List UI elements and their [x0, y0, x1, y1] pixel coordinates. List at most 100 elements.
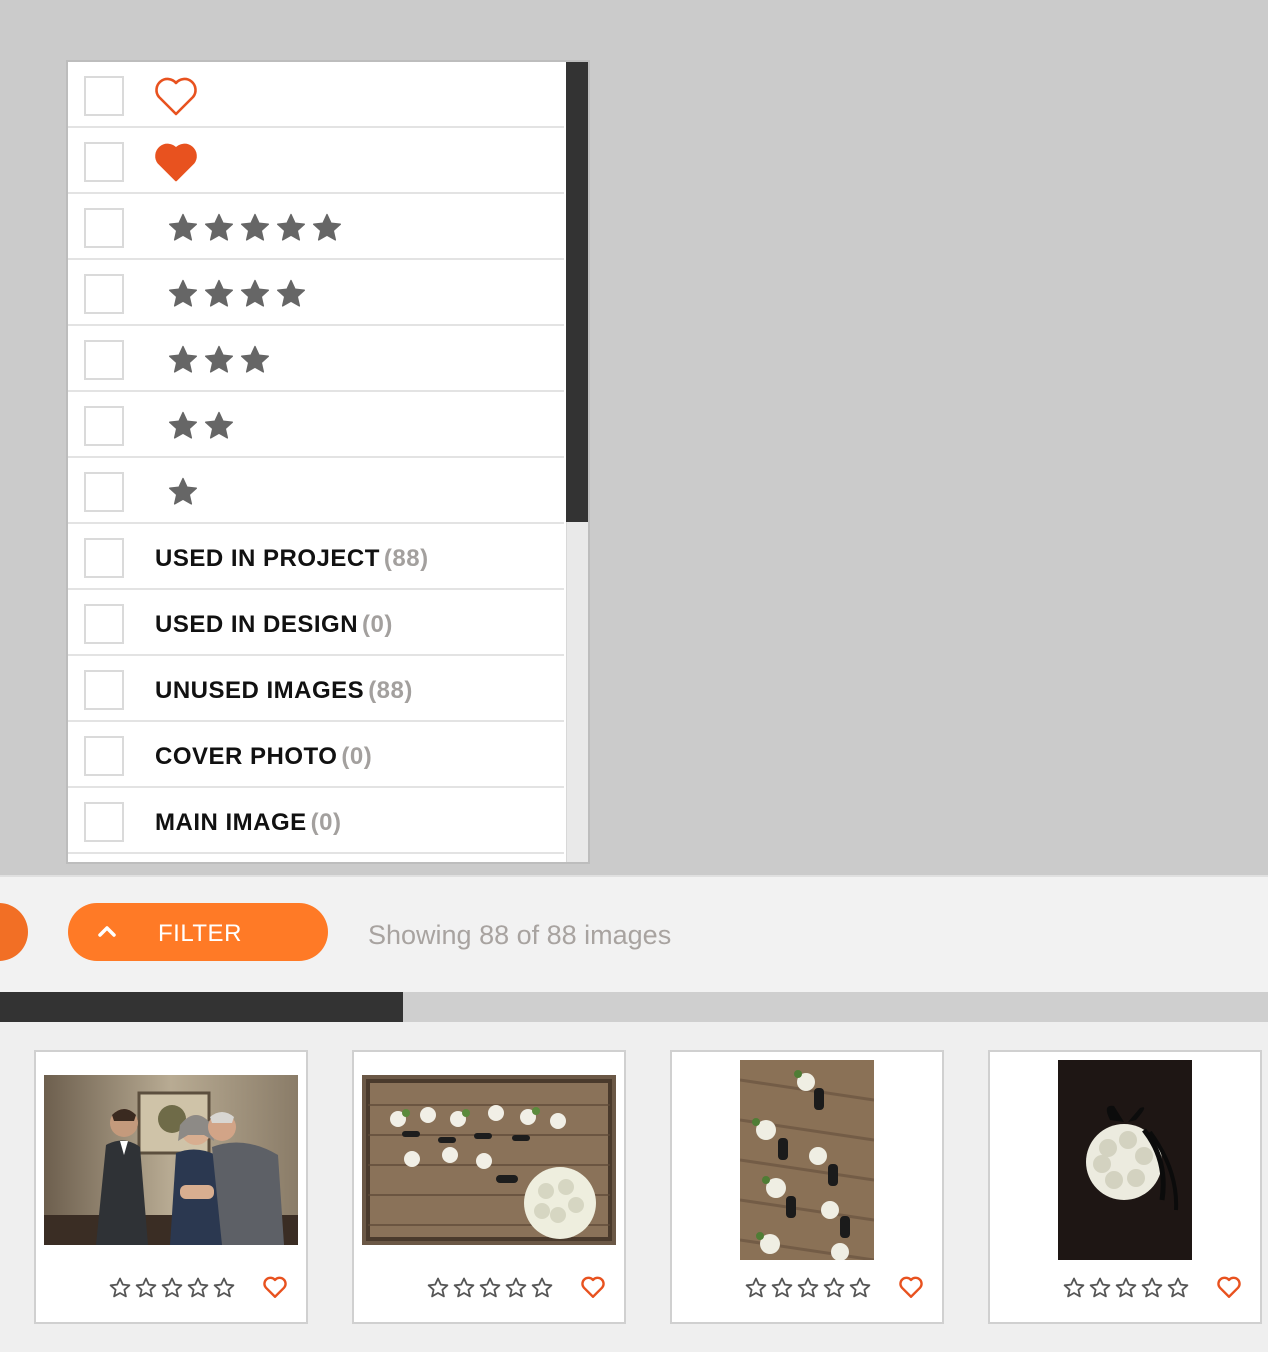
- filter-option[interactable]: [68, 194, 564, 260]
- star-icon: [161, 1277, 183, 1298]
- star-icon: [168, 345, 198, 373]
- star-rating[interactable]: [744, 1276, 872, 1300]
- heart-outline-icon[interactable]: [262, 1274, 288, 1300]
- progress-track: [0, 992, 1268, 1022]
- filter-checkbox[interactable]: [84, 406, 124, 446]
- scrollbar-thumb[interactable]: [566, 62, 588, 522]
- filter-button[interactable]: FILTER: [68, 903, 328, 961]
- star-rating[interactable]: [108, 1276, 236, 1300]
- star-icon: [797, 1277, 819, 1298]
- progress-fill: [0, 992, 404, 1022]
- filter-option[interactable]: [68, 458, 564, 524]
- filter-dropdown: USED IN PROJECT (88) USED IN DESIGN (0) UNUS…: [66, 60, 590, 864]
- filter-option[interactable]: [68, 392, 564, 458]
- filter-option-text: COVER PHOTO: [155, 743, 338, 770]
- filter-checkbox[interactable]: [84, 472, 124, 512]
- star-icon: [1115, 1277, 1137, 1298]
- filter-button-label: FILTER: [158, 920, 242, 947]
- thumbnail-card[interactable]: [352, 1050, 626, 1324]
- chevron-up-icon: [98, 926, 116, 937]
- filter-option-label: COVER PHOTO (0): [155, 743, 372, 771]
- thumbnail-card[interactable]: [988, 1050, 1262, 1324]
- image-count-text: Showing 88 of 88 images: [368, 920, 672, 950]
- star-icon: [240, 345, 270, 373]
- star-icon: [1063, 1277, 1085, 1298]
- star-icon: [204, 345, 234, 373]
- star-icon: [168, 213, 198, 241]
- star-icon: [135, 1277, 157, 1298]
- star-rating-filter: [165, 409, 237, 443]
- filter-checkbox[interactable]: [84, 274, 124, 314]
- heart-filled-icon: [155, 143, 197, 182]
- star-icon: [240, 213, 270, 241]
- star-rating-filter: [165, 475, 201, 509]
- photo-boutonniere-basket: [362, 1075, 616, 1245]
- star-icon: [1167, 1277, 1189, 1298]
- filter-option-count: (88): [383, 545, 429, 572]
- star-rating-filter: [165, 343, 273, 377]
- star-icon: [204, 411, 234, 439]
- heart-outline-icon[interactable]: [1216, 1274, 1242, 1300]
- filter-option[interactable]: [68, 62, 564, 128]
- filter-checkbox[interactable]: [84, 538, 124, 578]
- filter-option-label: MAIN IMAGE (0): [155, 809, 342, 837]
- filter-option[interactable]: [68, 128, 564, 194]
- filter-checkbox[interactable]: [84, 670, 124, 710]
- star-icon: [168, 411, 198, 439]
- star-icon: [771, 1277, 793, 1298]
- thumbnail-image[interactable]: [740, 1060, 874, 1260]
- thumbnail-card[interactable]: [34, 1050, 308, 1324]
- stage: USED IN PROJECT (88) USED IN DESIGN (0) UNUS…: [0, 0, 1268, 1352]
- star-rating[interactable]: [1062, 1276, 1190, 1300]
- filter-option-label: UNUSED IMAGES (88): [155, 677, 413, 705]
- filter-option-text: MAIN IMAGE: [155, 809, 307, 836]
- filter-option-count: (0): [341, 743, 373, 770]
- star-icon: [823, 1277, 845, 1298]
- star-icon: [312, 213, 342, 241]
- filter-option[interactable]: UNUSED IMAGES (88): [68, 656, 564, 722]
- filter-option[interactable]: COVER PHOTO (0): [68, 722, 564, 788]
- star-icon: [745, 1277, 767, 1298]
- filter-checkbox[interactable]: [84, 340, 124, 380]
- heart-outline-icon[interactable]: [898, 1274, 924, 1300]
- star-icon: [453, 1277, 475, 1298]
- thumbnail-image[interactable]: [362, 1075, 616, 1245]
- filter-option[interactable]: [68, 326, 564, 392]
- star-icon: [505, 1277, 527, 1298]
- filter-option[interactable]: MAIN IMAGE (0): [68, 788, 564, 854]
- star-icon: [204, 279, 234, 307]
- thumbnail-image[interactable]: [44, 1075, 298, 1245]
- scrollbar-track[interactable]: [566, 62, 588, 862]
- filter-checkbox[interactable]: [84, 736, 124, 776]
- filter-checkbox[interactable]: [84, 142, 124, 182]
- star-icon: [1141, 1277, 1163, 1298]
- filter-checkbox[interactable]: [84, 802, 124, 842]
- star-rating-filter: [165, 277, 309, 311]
- heart-outline-icon[interactable]: [580, 1274, 606, 1300]
- thumbnail-card[interactable]: [670, 1050, 944, 1324]
- previous-button[interactable]: [0, 903, 28, 961]
- star-icon: [168, 477, 198, 505]
- star-icon: [531, 1277, 553, 1298]
- filter-option[interactable]: [68, 260, 564, 326]
- star-icon: [187, 1277, 209, 1298]
- star-icon: [109, 1277, 131, 1298]
- filter-checkbox[interactable]: [84, 208, 124, 248]
- thumbnail-image[interactable]: [1058, 1060, 1192, 1260]
- filter-option[interactable]: USED IN DESIGN (0): [68, 590, 564, 656]
- filter-option[interactable]: USED IN PROJECT (88): [68, 524, 564, 590]
- filter-option-label: USED IN DESIGN (0): [155, 611, 393, 639]
- filter-option-text: USED IN DESIGN: [155, 611, 359, 638]
- star-icon: [204, 213, 234, 241]
- filter-checkbox[interactable]: [84, 604, 124, 644]
- filter-option-text: USED IN PROJECT: [155, 545, 380, 572]
- photo-bouquet-dark: [1058, 1060, 1192, 1260]
- star-icon: [276, 279, 306, 307]
- photo-family-portrait: [44, 1075, 298, 1245]
- star-icon: [276, 213, 306, 241]
- toolbar: FILTER Showing 88 of 88 images: [0, 875, 1268, 993]
- star-rating[interactable]: [426, 1276, 554, 1300]
- filter-option-count: (0): [310, 809, 342, 836]
- filter-checkbox[interactable]: [84, 76, 124, 116]
- star-icon: [1089, 1277, 1111, 1298]
